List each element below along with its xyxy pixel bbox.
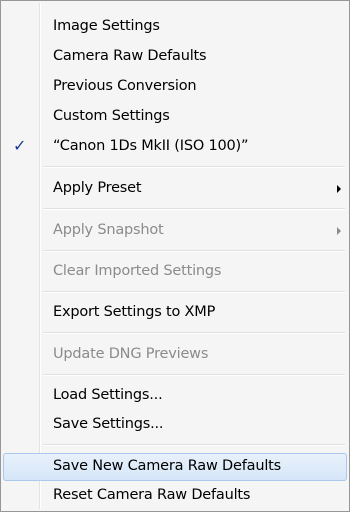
menu-item-label: “Canon 1Ds MkII (ISO 100)” (53, 138, 249, 154)
menu-item-label: Apply Preset (53, 180, 142, 196)
menu-item-label: Export Settings to XMP (53, 304, 216, 320)
menu-item-label: Clear Imported Settings (53, 263, 222, 279)
submenu-arrow-icon (337, 227, 341, 235)
menu-separator (43, 166, 345, 168)
context-menu: Image Settings Camera Raw Defaults Previ… (0, 0, 350, 512)
menu-item-clear-imported-settings[interactable]: Clear Imported Settings (3, 258, 347, 286)
checkmark-icon: ✓ (13, 136, 27, 155)
menu-item-label: Save New Camera Raw Defaults (53, 458, 281, 474)
menu-item-label: Apply Snapshot (53, 222, 164, 238)
menu-item-label: Reset Camera Raw Defaults (53, 487, 251, 503)
menu-item-load-settings[interactable]: Load Settings... (3, 382, 347, 410)
menu-item-image-settings[interactable]: Image Settings (3, 13, 347, 41)
menu-separator (43, 332, 345, 334)
menu-separator (43, 250, 345, 252)
menu-item-label: Camera Raw Defaults (53, 48, 207, 64)
menu-item-custom-settings[interactable]: Custom Settings (3, 103, 347, 131)
menu-item-previous-conversion[interactable]: Previous Conversion (3, 73, 347, 101)
menu-item-label: Load Settings... (53, 387, 163, 403)
menu-item-label: Image Settings (53, 18, 160, 34)
menu-item-update-dng-previews[interactable]: Update DNG Previews (3, 341, 347, 369)
submenu-arrow-icon (337, 185, 341, 193)
menu-item-apply-snapshot[interactable]: Apply Snapshot (3, 217, 347, 245)
menu-item-label: Save Settings... (53, 416, 164, 432)
menu-separator (43, 208, 345, 210)
menu-separator (43, 291, 345, 293)
menu-item-export-settings-xmp[interactable]: Export Settings to XMP (3, 299, 347, 327)
menu-item-label: Custom Settings (53, 108, 170, 124)
menu-item-canon-preset[interactable]: ✓ “Canon 1Ds MkII (ISO 100)” (3, 133, 347, 161)
menu-item-label: Previous Conversion (53, 78, 197, 94)
menu-item-label: Update DNG Previews (53, 346, 209, 362)
menu-separator (43, 374, 345, 376)
menu-item-save-new-camera-raw-defaults[interactable]: Save New Camera Raw Defaults (3, 453, 347, 481)
menu-item-camera-raw-defaults[interactable]: Camera Raw Defaults (3, 43, 347, 71)
menu-item-save-settings[interactable]: Save Settings... (3, 411, 347, 439)
menu-separator (43, 444, 345, 446)
menu-item-reset-camera-raw-defaults[interactable]: Reset Camera Raw Defaults (3, 482, 347, 510)
menu-item-apply-preset[interactable]: Apply Preset (3, 175, 347, 203)
